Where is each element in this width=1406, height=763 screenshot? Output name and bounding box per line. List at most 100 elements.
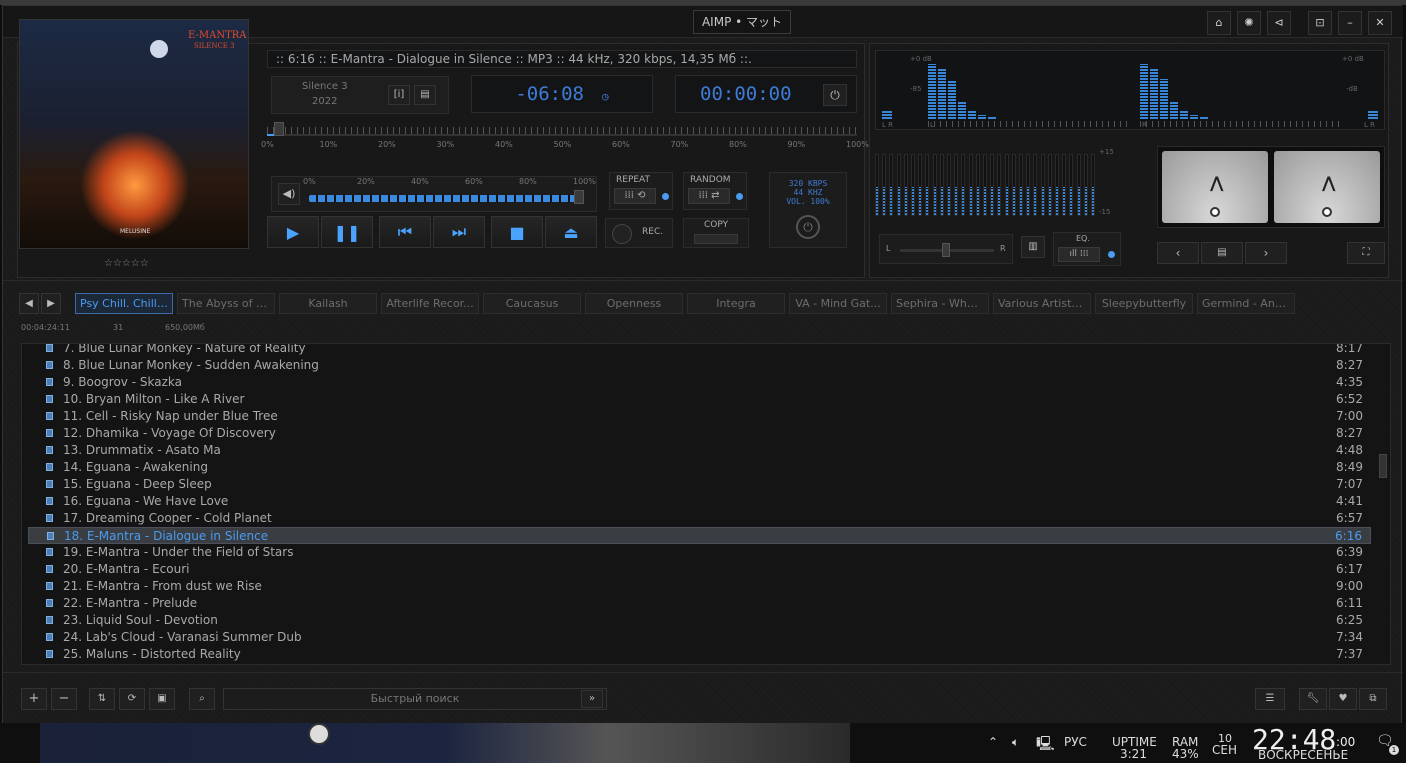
playlist-tab[interactable]: Openness [585, 293, 683, 314]
search-icon[interactable]: ⌕ [189, 688, 215, 710]
info-button[interactable]: [i] [388, 85, 410, 105]
add-button[interactable]: + [21, 688, 47, 710]
eq-band-slider[interactable] [983, 154, 987, 216]
eq-band-slider[interactable] [1040, 154, 1045, 216]
playlist-row[interactable]: 7. Blue Lunar Monkey - Nature of Reality… [28, 344, 1371, 357]
eq-band-slider[interactable] [1011, 154, 1016, 216]
playlist-row[interactable]: 21. E-Mantra - From dust we Rise 9:00 [28, 578, 1371, 595]
mini-mode-button[interactable]: ⊡ [1308, 11, 1332, 35]
language-indicator[interactable]: РУС [1064, 735, 1087, 749]
playlist-row[interactable]: 25. Maluns - Distorted Reality 7:37 [28, 646, 1371, 663]
share-button[interactable]: ⊲ [1267, 11, 1291, 35]
eq-band-slider[interactable] [1019, 154, 1023, 216]
playlist-row[interactable]: 19. E-Mantra - Under the Field of Stars 6… [28, 544, 1371, 561]
playlist-row[interactable]: 20. E-Mantra - Ecouri 6:17 [28, 561, 1371, 578]
balance-handle[interactable] [942, 243, 950, 257]
next-visual-button[interactable]: › [1245, 242, 1287, 264]
playlist-row[interactable]: 22. E-Mantra - Prelude 6:11 [28, 595, 1371, 612]
minimize-button[interactable]: – [1338, 11, 1362, 35]
seek-bar[interactable] [267, 134, 857, 136]
eq-band-slider[interactable] [1083, 154, 1088, 216]
playlist-row[interactable]: 23. Liquid Soul - Devotion 6:25 [28, 612, 1371, 629]
eq-band-slider[interactable] [1047, 154, 1052, 216]
fullscreen-visual-button[interactable]: ⛶ [1347, 242, 1385, 264]
playlist[interactable]: 7. Blue Lunar Monkey - Nature of Reality… [21, 343, 1391, 665]
favorites-button[interactable]: ♥ [1329, 688, 1357, 710]
eq-band-slider[interactable] [911, 154, 915, 216]
repeat-box[interactable]: REPEAT ⁞⁞⁞ ⟲ [609, 172, 673, 210]
speaker-icon[interactable]: 🔈︎ [1012, 735, 1019, 750]
tabs-scroll-right[interactable]: ▶ [41, 293, 61, 314]
network-icon[interactable]: 🖳︎ [1036, 733, 1055, 757]
eq-band-slider[interactable] [1033, 154, 1038, 216]
playlist-tab[interactable]: VA - Mind Gat... [789, 293, 887, 314]
playlist-row[interactable]: 11. Cell - Risky Nap under Blue Tree 7:00 [28, 408, 1371, 425]
playlist-row[interactable]: 14. Eguana - Awakening 8:49 [28, 459, 1371, 476]
playlist-row[interactable]: 10. Bryan Milton - Like A River 6:52 [28, 391, 1371, 408]
output-power-icon[interactable]: ⏻ [796, 215, 820, 239]
shuffle-list-button[interactable]: ⟳ [119, 688, 145, 710]
eq-band-slider[interactable] [939, 154, 944, 216]
next-button[interactable]: ⏭ [433, 216, 485, 248]
playlist-tab[interactable]: Various Artists... [993, 293, 1091, 314]
search-go-button[interactable]: » [581, 690, 603, 708]
equalizer[interactable]: +15 -15 [875, 146, 1125, 218]
rating-stars[interactable]: ☆☆☆☆☆ [104, 258, 149, 269]
shuffle-toggle-icon[interactable]: ⁞⁞⁞ ⇄ [688, 188, 730, 204]
eq-presets-button[interactable]: ▥ [1021, 236, 1045, 258]
repeat-toggle-icon[interactable]: ⁞⁞⁞ ⟲ [614, 188, 656, 204]
playlist-row[interactable]: 12. Dhamika - Voyage Of Discovery 8:27 [28, 425, 1371, 442]
playlist-tab[interactable]: The Abyss of L... [177, 293, 275, 314]
tabs-scroll-left[interactable]: ◀ [19, 293, 39, 314]
playlist-view-button[interactable]: ▤ [414, 85, 436, 105]
visual-menu-button[interactable]: ▤ [1201, 242, 1243, 264]
eq-band-slider[interactable] [925, 154, 930, 216]
playlist-tab[interactable]: Afterlife Recor... [381, 293, 479, 314]
eq-band-slider[interactable] [990, 154, 995, 216]
playlist-row[interactable]: 9. Boogrov - Skazka 4:35 [28, 374, 1371, 391]
sort-button[interactable]: ⇅ [89, 688, 115, 710]
eq-band-slider[interactable] [1091, 154, 1095, 216]
playlist-tab[interactable]: Sephira - When... [891, 293, 989, 314]
album-cover[interactable]: E-MANTRA SILENCE 3 MELUSINE [19, 19, 249, 249]
playlist-row[interactable]: 13. Drummatix - Asato Ma 4:48 [28, 442, 1371, 459]
eq-band-slider[interactable] [954, 154, 959, 216]
pause-button[interactable]: ❚❚ [321, 216, 373, 248]
playlist-tab[interactable]: Germind - Anti... [1197, 293, 1295, 314]
eq-band-slider[interactable] [882, 154, 887, 216]
eq-band-slider[interactable] [1004, 154, 1009, 216]
eq-band-slider[interactable] [961, 154, 966, 216]
eq-band-slider[interactable] [1076, 154, 1081, 216]
playlist-tab[interactable]: Caucasus [483, 293, 581, 314]
eq-band-slider[interactable] [975, 154, 980, 216]
playlist-row[interactable]: 17. Dreaming Cooper - Cold Planet 6:57 [28, 510, 1371, 527]
copy-window-button[interactable]: ⧉ [1359, 688, 1387, 710]
eq-band-slider[interactable] [947, 154, 951, 216]
record-box[interactable]: REC. [605, 218, 673, 248]
copy-box[interactable]: COPY [683, 218, 749, 248]
time-display[interactable]: -06:08 ◷ [471, 75, 653, 113]
tools-button[interactable]: 🔧︎ [1299, 688, 1327, 710]
eq-band-slider[interactable] [896, 154, 901, 216]
seek-handle[interactable] [273, 122, 284, 136]
playlist-row[interactable]: 16. Eguana - We Have Love 4:41 [28, 493, 1371, 510]
eq-band-slider[interactable] [1062, 154, 1067, 216]
eq-box[interactable]: EQ. ıll ⁞⁞⁞ [1053, 232, 1121, 266]
stop-button[interactable]: ■ [491, 216, 543, 248]
quick-search-input[interactable]: Быстрый поиск [223, 688, 607, 710]
settings-button[interactable]: ✺ [1237, 11, 1261, 35]
volume-handle[interactable] [574, 190, 584, 204]
playlist-menu-button[interactable]: ☰ [1255, 688, 1285, 710]
random-box[interactable]: RANDOM ⁞⁞⁞ ⇄ [683, 172, 747, 210]
power-timer-button[interactable]: ⏻ [823, 84, 847, 106]
remove-button[interactable]: − [51, 688, 77, 710]
playlist-row[interactable]: 24. Lab's Cloud - Varanasi Summer Dub 7:3… [28, 629, 1371, 646]
playlist-row[interactable]: 8. Blue Lunar Monkey - Sudden Awakening 8… [28, 357, 1371, 374]
eq-toggle-icon[interactable]: ıll ⁞⁞⁞ [1058, 247, 1100, 262]
volume-slider[interactable] [309, 195, 579, 202]
eq-band-slider[interactable] [997, 154, 1002, 216]
playlist-scrollbar[interactable] [1379, 454, 1387, 478]
close-button[interactable]: ✕ [1368, 11, 1392, 35]
playlist-tab[interactable]: Sleepybutterfly [1095, 293, 1193, 314]
eq-band-slider[interactable] [1069, 154, 1074, 216]
